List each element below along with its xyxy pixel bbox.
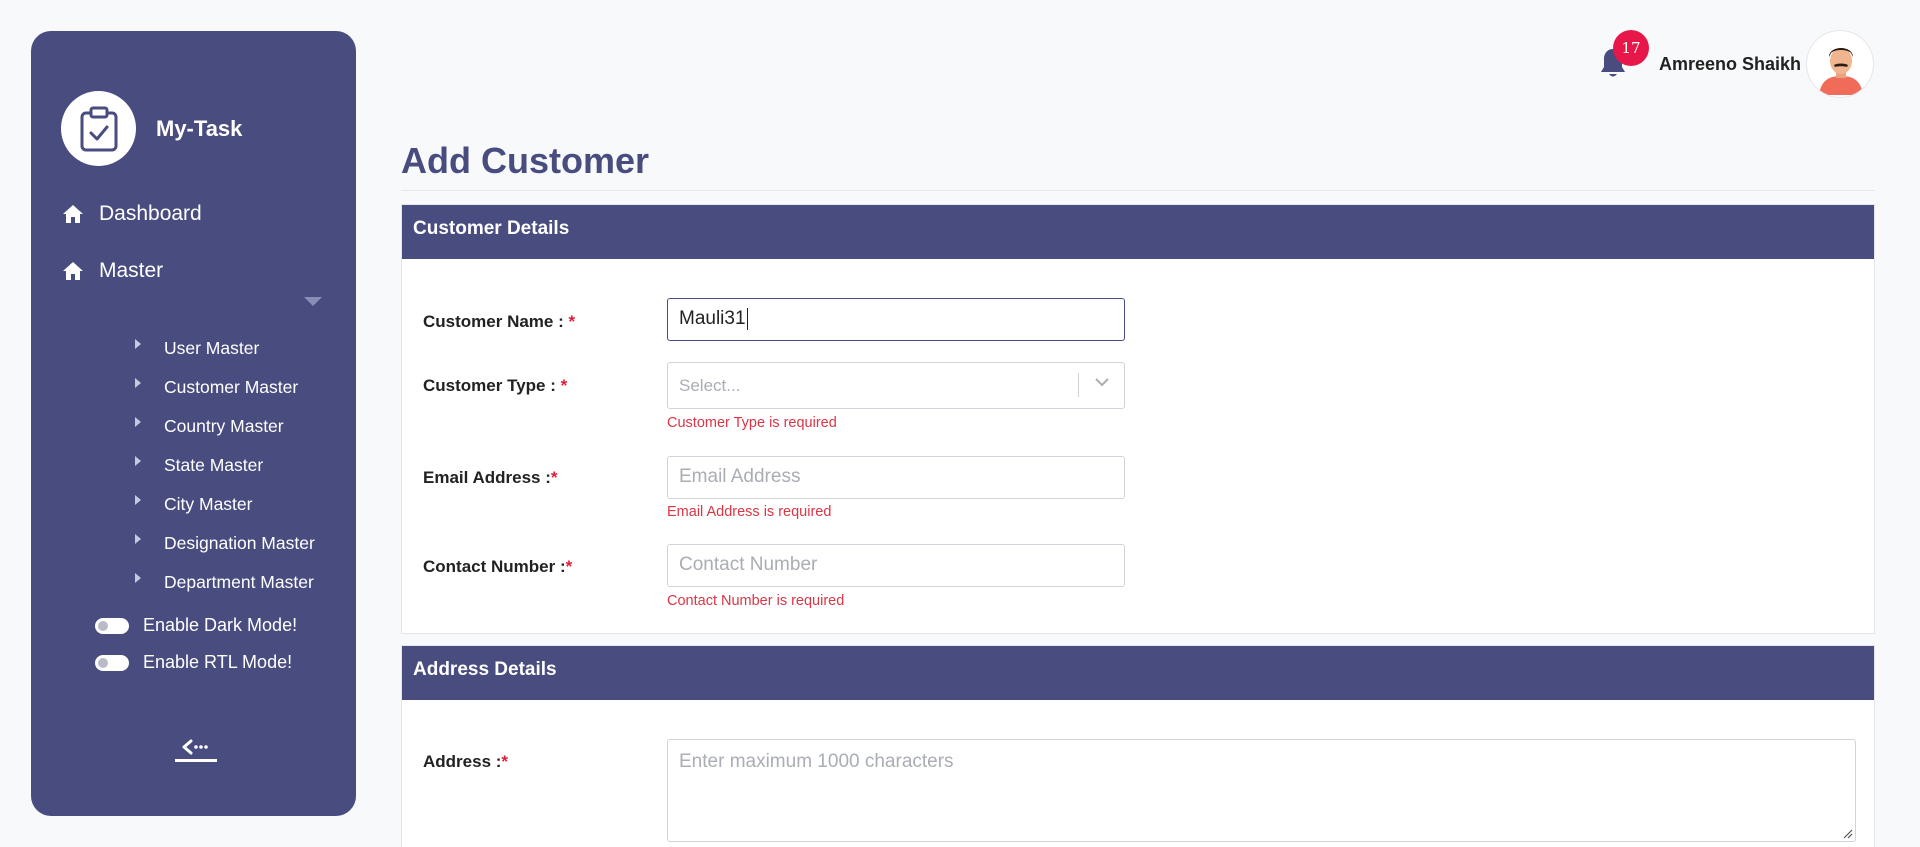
text-cursor (746, 308, 748, 330)
caret-right-icon (135, 573, 141, 583)
rtl-mode-toggle[interactable] (95, 654, 129, 671)
email-label: Email Address :* (423, 468, 558, 487)
caret-right-icon (135, 495, 141, 505)
caret-right-icon (135, 534, 141, 544)
sidebar-item-department-master[interactable]: Department Master (101, 571, 331, 610)
app-name: My-Task (156, 115, 243, 141)
caret-right-icon (135, 339, 141, 349)
collapse-sidebar-button[interactable] (174, 739, 218, 773)
customer-type-select[interactable]: Select... (667, 362, 1125, 409)
dark-mode-toggle[interactable] (95, 617, 129, 634)
clipboard-check-icon (61, 91, 136, 166)
sidebar-item-state-master[interactable]: State Master (101, 454, 331, 493)
rtl-mode-label: Enable RTL Mode! (143, 652, 293, 672)
email-field[interactable]: Email Address (667, 456, 1125, 499)
nav-master-label: Master (99, 259, 164, 282)
dark-mode-label: Enable Dark Mode! (143, 615, 298, 635)
divider (175, 759, 217, 762)
address-details-heading: Address Details (402, 646, 1874, 700)
address-details-card: Address Details Address :* Enter maximum… (401, 645, 1875, 847)
customer-details-heading: Customer Details (402, 205, 1874, 259)
divider (1078, 373, 1079, 397)
avatar[interactable] (1806, 30, 1874, 98)
dark-mode-row: Enable Dark Mode! (95, 615, 297, 636)
sidebar-item-city-master[interactable]: City Master (101, 493, 331, 532)
home-icon (61, 259, 85, 283)
contact-number-error: Contact Number is required (667, 593, 845, 609)
chevron-down-icon (1095, 378, 1109, 387)
caret-right-icon (135, 417, 141, 427)
customer-type-error: Customer Type is required (667, 415, 837, 431)
address-textarea[interactable]: Enter maximum 1000 characters (667, 739, 1856, 842)
customer-type-label: Customer Type : * (423, 376, 568, 395)
sidebar-item-customer-master[interactable]: Customer Master (101, 376, 331, 415)
notification-badge: 17 (1613, 30, 1649, 66)
sidebar-item-designation-master[interactable]: Designation Master (101, 532, 331, 571)
master-submenu: User Master Customer Master Country Mast… (101, 337, 331, 613)
rtl-mode-row: Enable RTL Mode! (95, 652, 292, 673)
brand[interactable]: My-Task (61, 91, 242, 166)
nav-dashboard[interactable]: Dashboard (61, 202, 202, 226)
nav-dashboard-label: Dashboard (99, 202, 202, 225)
arrow-left-icon (182, 739, 208, 755)
sidebar: My-Task Dashboard Master User Master Cus… (31, 31, 356, 816)
page-title: Add Customer (401, 140, 650, 181)
contact-number-field[interactable]: Contact Number (667, 544, 1125, 587)
address-label: Address :* (423, 752, 509, 771)
user-name[interactable]: Amreeno Shaikh (1659, 54, 1801, 75)
nav-master[interactable]: Master (61, 259, 163, 283)
caret-right-icon (135, 378, 141, 388)
caret-right-icon (135, 456, 141, 466)
customer-details-card: Customer Details Customer Name : * Mauli… (401, 204, 1875, 634)
chevron-down-icon[interactable] (304, 297, 322, 306)
sidebar-item-user-master[interactable]: User Master (101, 337, 331, 376)
divider (401, 190, 1875, 191)
home-icon (61, 202, 85, 226)
sidebar-item-country-master[interactable]: Country Master (101, 415, 331, 454)
email-error: Email Address is required (667, 504, 832, 520)
contact-number-label: Contact Number :* (423, 557, 573, 576)
customer-name-input[interactable]: Mauli31 (667, 298, 1125, 341)
customer-name-label: Customer Name : * (423, 312, 576, 331)
resize-handle-icon[interactable] (1843, 829, 1853, 839)
